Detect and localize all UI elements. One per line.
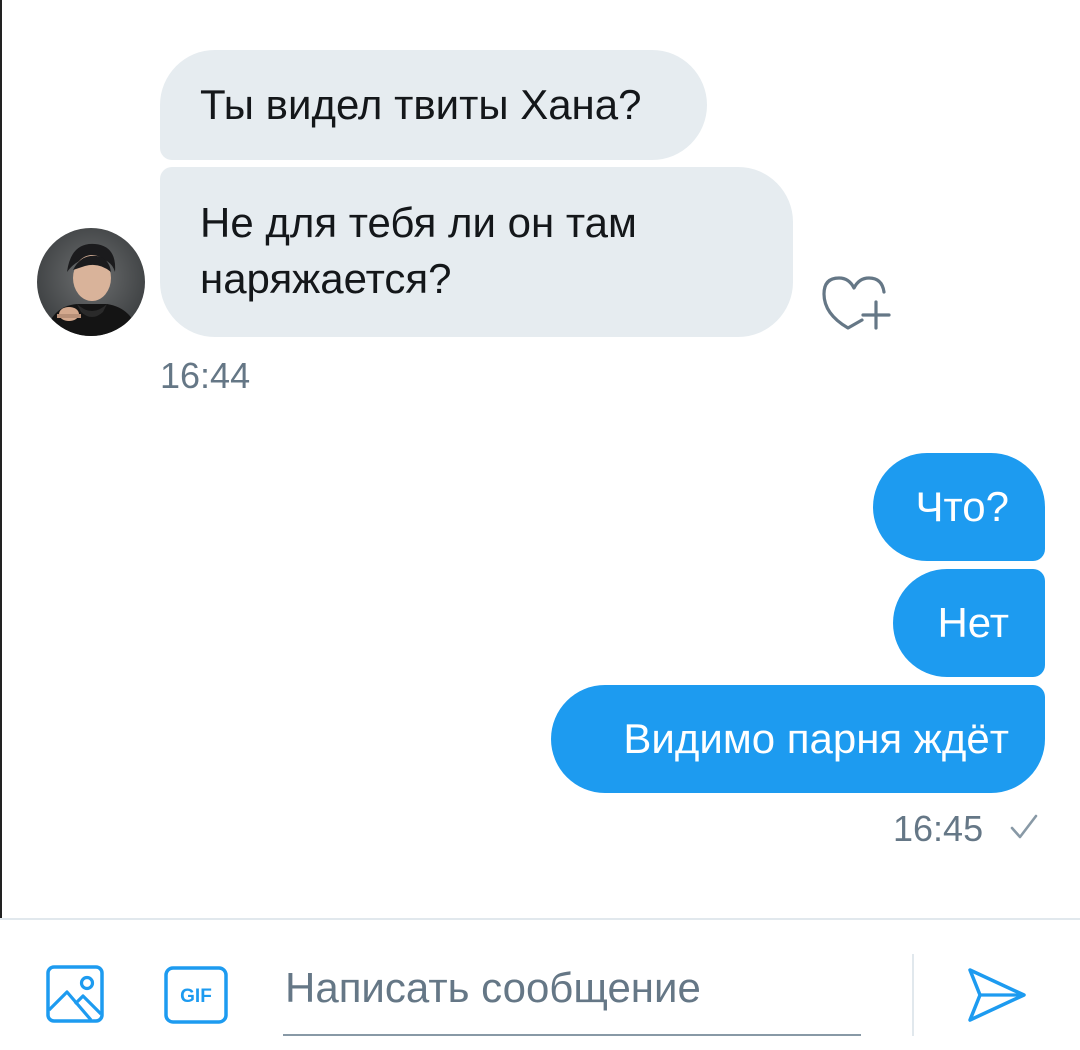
message-input-placeholder: Написать сообщение bbox=[285, 964, 701, 1011]
avatar-photo bbox=[37, 228, 145, 336]
gif-label: GIF bbox=[180, 986, 212, 1007]
message-composer: GIF Написать сообщение bbox=[0, 918, 1080, 1050]
heart-plus-icon[interactable] bbox=[818, 268, 892, 332]
message-text: Не для тебя ли он там наряжается? bbox=[200, 199, 637, 302]
outgoing-message[interactable]: Что? bbox=[873, 453, 1045, 561]
outgoing-message[interactable]: Видимо парня ждёт bbox=[551, 685, 1045, 793]
checkmark-icon bbox=[1006, 810, 1042, 844]
image-icon[interactable] bbox=[45, 964, 105, 1024]
avatar[interactable] bbox=[37, 228, 145, 336]
message-text: Видимо парня ждёт bbox=[623, 715, 1009, 762]
outgoing-message[interactable]: Нет bbox=[893, 569, 1045, 677]
message-text: Нет bbox=[937, 599, 1009, 646]
message-timestamp: 16:44 bbox=[160, 355, 251, 396]
message-timestamp: 16:45 bbox=[893, 808, 984, 849]
divider bbox=[912, 954, 914, 1036]
gif-icon[interactable]: GIF bbox=[163, 965, 229, 1025]
send-icon[interactable] bbox=[964, 964, 1030, 1026]
incoming-message[interactable]: Не для тебя ли он там наряжается? bbox=[160, 167, 793, 337]
incoming-message[interactable]: Ты видел твиты Хана? bbox=[160, 50, 707, 160]
message-text: Ты видел твиты Хана? bbox=[200, 81, 642, 128]
message-text: Что? bbox=[915, 483, 1009, 530]
conversation-view: Ты видел твиты Хана? Не для тебя ли он т… bbox=[0, 0, 1080, 918]
message-input[interactable]: Написать сообщение bbox=[283, 958, 861, 1036]
